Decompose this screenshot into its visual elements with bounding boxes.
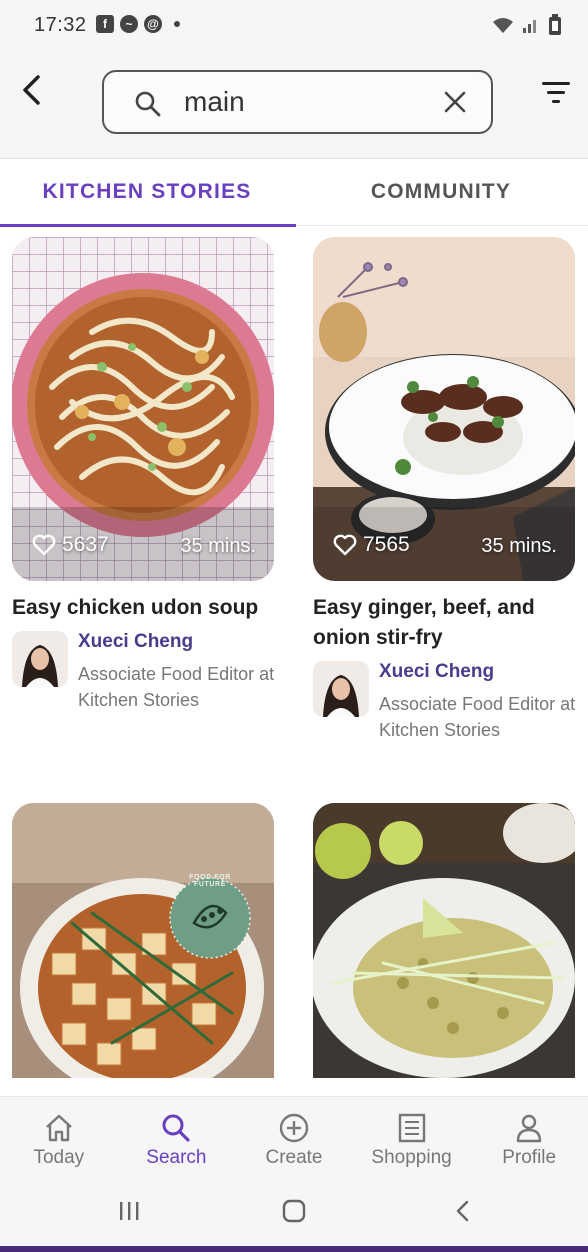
search-icon [162,1114,190,1142]
heart-icon[interactable] [32,534,56,556]
nav-create[interactable]: Create [235,1097,353,1180]
search-icon [135,91,161,117]
search-box[interactable] [102,70,493,134]
recipe-title[interactable]: Easy chicken udon soup [12,593,274,623]
app-notification-icon: @ [144,15,162,33]
recent-apps-icon[interactable] [116,1198,142,1224]
more-notifications-icon [174,21,180,27]
notification-icons: f ~ @ [96,15,180,33]
back-button-icon[interactable] [450,1198,476,1224]
screen-edge [0,1246,588,1252]
home-button-icon[interactable] [281,1198,307,1224]
search-header [0,54,588,158]
facebook-icon: f [96,15,114,33]
recipe-card[interactable]: 7565 35 mins. Easy ginger, beef, and oni… [313,237,575,747]
status-bar: 17:32 f ~ @ [0,0,588,54]
bottom-navigation: Today Search Create Shopping Profile [0,1096,588,1180]
filter-icon[interactable] [538,78,574,108]
recipe-card[interactable]: FOOD FOR FUTURE [12,803,274,1078]
home-icon [45,1114,72,1142]
food-for-future-badge: FOOD FOR FUTURE [189,874,231,888]
author-name[interactable]: Xueci Cheng [379,661,494,683]
source-tabs: KITCHEN STORIES COMMUNITY [0,158,588,227]
author[interactable]: Xueci Cheng Associate Food Editor at Kit… [12,631,274,721]
avatar [12,631,68,687]
tab-community[interactable]: COMMUNITY [294,159,588,225]
likes-value: 7565 [363,533,410,556]
recipe-card[interactable]: 5637 35 mins. Easy chicken udon soup Xue… [12,237,274,717]
nav-label: Shopping [371,1147,452,1168]
heart-icon[interactable] [333,534,357,556]
nav-today[interactable]: Today [0,1097,118,1180]
status-time: 17:32 [34,14,87,36]
system-navigation [0,1180,588,1246]
recipe-image [313,803,575,1078]
likes-count: 7565 [333,533,410,557]
author[interactable]: Xueci Cheng Associate Food Editor at Kit… [313,661,575,751]
author-name[interactable]: Xueci Cheng [78,631,193,653]
back-arrow-icon [23,75,40,105]
recipe-image [313,237,575,581]
avatar [313,661,369,717]
battery-icon [549,14,561,35]
likes-count: 5637 [32,533,109,557]
person-icon [516,1114,542,1143]
recipe-title[interactable]: Easy ginger, beef, and onion stir-fry [313,593,575,653]
likes-value: 5637 [62,533,109,556]
recipe-image [12,803,274,1078]
nav-shopping[interactable]: Shopping [353,1097,471,1180]
nav-label: Today [33,1147,85,1168]
nav-profile[interactable]: Profile [470,1097,588,1180]
search-input[interactable] [184,82,424,122]
nav-label: Profile [502,1147,557,1168]
nav-label: Search [146,1147,207,1168]
system-status-icons [492,14,562,36]
back-button[interactable] [14,70,50,110]
cook-time: 35 mins. [180,535,256,557]
recipe-card[interactable] [313,803,575,1078]
nav-search[interactable]: Search [118,1097,236,1180]
cook-time: 35 mins. [481,535,557,557]
tab-kitchen-stories[interactable]: KITCHEN STORIES [0,159,296,227]
recipe-image [12,237,274,581]
signal-icon [523,20,536,33]
author-role: Associate Food Editor at Kitchen Stories [78,664,275,710]
nav-label: Create [265,1147,323,1168]
messenger-icon: ~ [120,15,138,33]
list-icon [398,1113,425,1143]
plus-circle-icon [279,1113,309,1143]
clear-search-icon[interactable] [443,90,467,114]
author-role: Associate Food Editor at Kitchen Stories [379,694,576,740]
wifi-icon [493,18,513,33]
